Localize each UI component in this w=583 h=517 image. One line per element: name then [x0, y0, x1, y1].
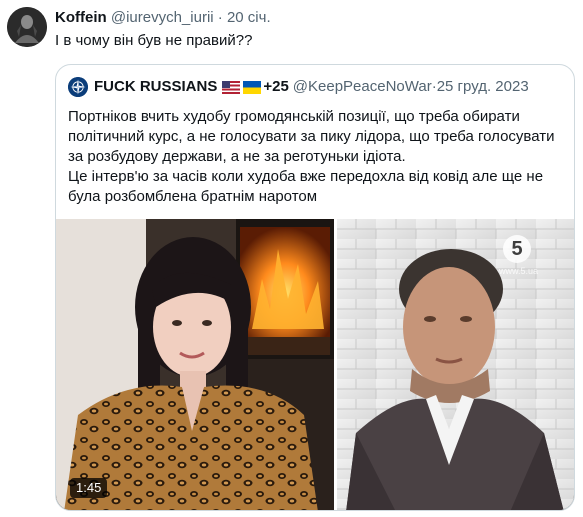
avatar[interactable] [7, 7, 47, 47]
quoted-tweet[interactable]: FUCK RUSSIANS +25 @KeepPeaceNoWar · 25 г… [55, 64, 575, 511]
display-name[interactable]: Koffein [55, 9, 107, 26]
avatar-image [7, 7, 47, 47]
quoted-text-paragraph-2: Це інтерв'ю за часів коли худоба вже пер… [68, 168, 544, 205]
quoted-text-paragraph-1: Портніков вчить худобу громодянській поз… [68, 108, 555, 165]
separator-dot: · [217, 9, 223, 26]
quoted-tweet-text: Портніков вчить худобу громодянській поз… [68, 107, 564, 207]
channel-logo: 5 [503, 235, 531, 263]
ukraine-flag-icon [243, 80, 262, 94]
tweet-header: Koffein @iurevych_iurii · 20 січ. [55, 8, 271, 28]
video-player[interactable]: 5 www.5.ua 1:45 [56, 219, 574, 510]
video-thumbnail [56, 219, 574, 510]
user-handle[interactable]: @iurevych_iurii [111, 9, 214, 26]
quoted-tweet-header: FUCK RUSSIANS +25 @KeepPeaceNoWar · 25 г… [68, 77, 529, 97]
tweet[interactable]: Koffein @iurevych_iurii · 20 січ. І в чо… [0, 0, 583, 517]
nato-star-icon[interactable] [68, 77, 88, 97]
quoted-display-name[interactable]: FUCK RUSSIANS [94, 77, 217, 97]
quoted-user-handle[interactable]: @KeepPeaceNoWar [293, 77, 432, 97]
name-suffix: +25 [263, 78, 289, 95]
video-duration-badge: 1:45 [70, 478, 108, 498]
channel-url: www.5.ua [499, 266, 539, 276]
quoted-timestamp[interactable]: 25 груд. 2023 [437, 77, 529, 97]
us-flag-icon [222, 80, 241, 94]
tweet-text: І в чому він був не правий?? [55, 32, 253, 49]
timestamp[interactable]: 20 січ. [227, 9, 271, 26]
